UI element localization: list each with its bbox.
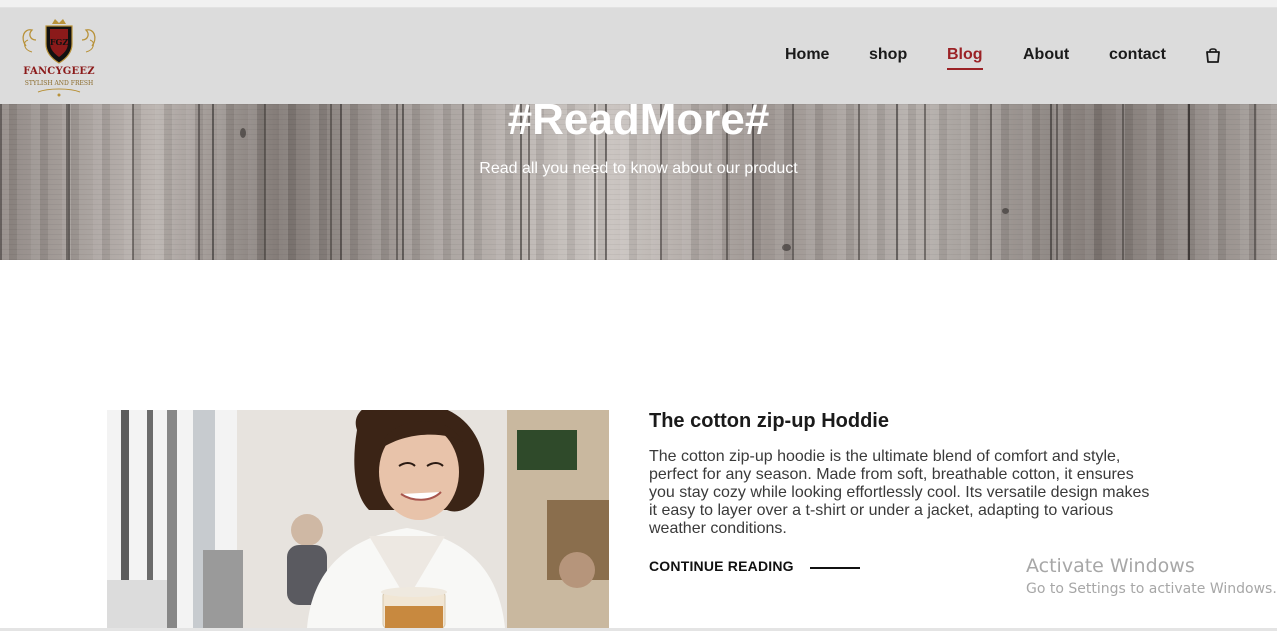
nav-shop[interactable]: shop <box>869 46 907 64</box>
shopping-bag-icon[interactable] <box>1204 46 1222 64</box>
wood-knot <box>1002 208 1009 214</box>
brand-tagline: STYLISH AND FRESH <box>24 80 94 87</box>
post-excerpt: The cotton zip-up hoodie is the ultimate… <box>649 448 1150 537</box>
nav-contact[interactable]: contact <box>1109 46 1166 64</box>
browser-top-edge <box>0 0 1277 8</box>
nav-home[interactable]: Home <box>785 46 829 64</box>
activate-windows-title: Activate Windows <box>1026 555 1195 577</box>
continue-reading-link[interactable]: CONTINUE READING <box>649 558 794 574</box>
wood-knot <box>782 244 791 251</box>
nav-blog[interactable]: Blog <box>947 46 983 70</box>
hero-subtitle: Read all you need to know about our prod… <box>479 160 798 177</box>
main-nav: Home shop Blog About contact <box>0 46 1277 70</box>
continue-reading-underline <box>810 567 860 569</box>
activate-windows-subtitle: Go to Settings to activate Windows. <box>1026 581 1277 597</box>
post-image[interactable] <box>107 410 609 628</box>
nav-about[interactable]: About <box>1023 46 1069 64</box>
post-title[interactable]: The cotton zip-up Hoddie <box>649 410 889 433</box>
site-header: FGZ FANCYGEEZ STYLISH AND FRESH Home sho… <box>0 8 1277 104</box>
